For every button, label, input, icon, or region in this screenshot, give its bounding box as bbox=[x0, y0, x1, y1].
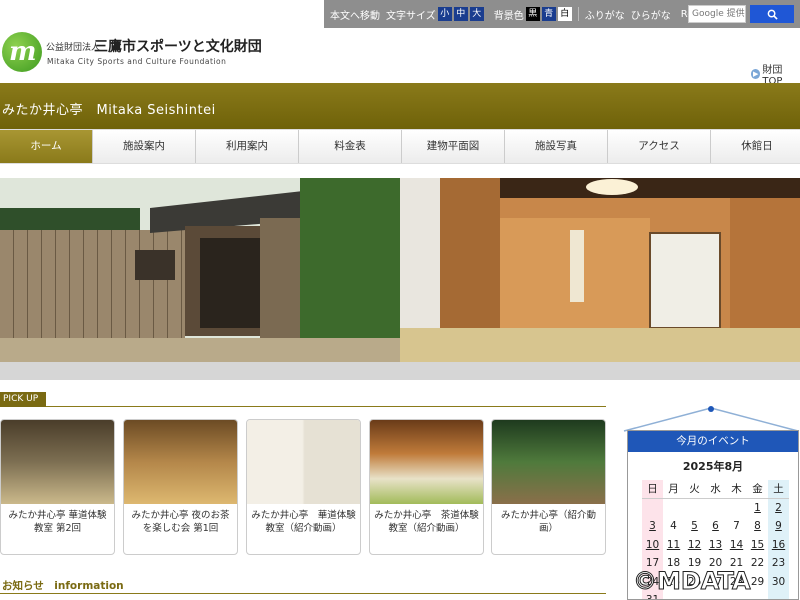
calendar-day[interactable]: 2 bbox=[768, 498, 789, 517]
org-type: 公益財団法人 bbox=[46, 43, 101, 53]
bg-color-button[interactable]: 青 bbox=[541, 7, 556, 21]
calendar-day[interactable]: 5 bbox=[684, 517, 705, 536]
tearoom-illustration bbox=[400, 178, 800, 362]
nav-tab[interactable]: ホーム bbox=[0, 130, 93, 163]
pickup-caption: みたか井心亭（紹介動画） bbox=[500, 510, 596, 534]
font-size-buttons: 小中大 bbox=[436, 7, 484, 21]
pickup-caption: みたか井心亭 華道体験教室（紹介動画） bbox=[251, 510, 356, 534]
main-navigation: ホーム 施設案内 利用案内 料金表 建物平面図 施設写真 アクセス 休館日 bbox=[0, 129, 800, 164]
calendar-weekday: 水 bbox=[705, 480, 726, 499]
pickup-thumbnail bbox=[124, 420, 237, 504]
pickup-card[interactable]: みたか井心亭 茶道体験教室（紹介動画） bbox=[369, 419, 484, 555]
nav-tab[interactable]: 利用案内 bbox=[196, 130, 299, 163]
calendar-day[interactable]: 16 bbox=[768, 535, 789, 554]
pickup-caption: みたか井心亭 夜のお茶を楽しむ会 第1回 bbox=[131, 510, 230, 534]
calendar-day: 7 bbox=[733, 520, 740, 532]
calendar-day[interactable]: 12 bbox=[684, 536, 705, 555]
calendar-day bbox=[642, 498, 663, 517]
calendar-weekday: 月 bbox=[663, 480, 684, 499]
foundation-logo[interactable]: m bbox=[2, 32, 42, 72]
bg-color-label: 背景色 bbox=[493, 10, 524, 22]
calendar-hanger bbox=[623, 406, 799, 432]
font-size-label: 文字サイズ bbox=[386, 10, 436, 22]
calendar-day bbox=[705, 499, 726, 518]
calendar-weekday: 日 bbox=[642, 480, 663, 499]
calendar-day[interactable]: 6 bbox=[705, 517, 726, 536]
calendar-month: 2025年8月 bbox=[682, 460, 744, 473]
hero-images bbox=[0, 178, 800, 362]
pickup-thumbnail bbox=[1, 420, 114, 504]
hero-divider bbox=[0, 362, 800, 380]
calendar-day[interactable]: 8 bbox=[747, 517, 768, 536]
calendar-day: 30 bbox=[768, 572, 789, 591]
calendar-weekday: 土 bbox=[768, 480, 789, 499]
gate-illustration bbox=[0, 178, 400, 362]
hero-image-gate bbox=[0, 178, 400, 362]
divider bbox=[577, 7, 579, 21]
nav-tab[interactable]: アクセス bbox=[608, 130, 711, 163]
nav-tab[interactable]: 建物平面図 bbox=[402, 130, 505, 163]
search-button[interactable] bbox=[750, 5, 794, 23]
calendar-day bbox=[726, 499, 747, 518]
calendar-day[interactable]: 13 bbox=[705, 536, 726, 555]
calendar-weekday: 木 bbox=[726, 480, 747, 499]
nav-tab[interactable]: 施設写真 bbox=[505, 130, 608, 163]
calendar-day: 4 bbox=[670, 520, 677, 532]
furigana-link[interactable]: ふりがな bbox=[585, 7, 625, 22]
font-size-button[interactable]: 中 bbox=[453, 7, 468, 21]
font-size-button[interactable]: 小 bbox=[437, 7, 452, 21]
pickup-card[interactable]: みたか井心亭 華道体験教室（紹介動画） bbox=[246, 419, 361, 555]
calendar-day[interactable]: 11 bbox=[663, 536, 684, 555]
nav-tab[interactable]: 休館日 bbox=[711, 130, 800, 163]
search-icon bbox=[767, 9, 778, 20]
pickup-thumbnail bbox=[247, 420, 360, 504]
pickup-thumbnail bbox=[370, 420, 483, 504]
pickup-thumbnail bbox=[492, 420, 605, 504]
hero-image-tearoom bbox=[400, 178, 800, 362]
search-placeholder: Google 提供 bbox=[692, 9, 745, 19]
calendar-weekday: 金 bbox=[747, 480, 768, 499]
bg-color-button[interactable]: 黒 bbox=[525, 7, 540, 21]
calendar-title: 今月のイベント bbox=[628, 431, 798, 452]
arrow-right-icon: ▶ bbox=[751, 69, 761, 79]
pickup-card[interactable]: みたか井心亭 夜のお茶を楽しむ会 第1回 bbox=[123, 419, 238, 555]
nav-tab[interactable]: 施設案内 bbox=[93, 130, 196, 163]
calendar-weekday: 火 bbox=[684, 480, 705, 499]
pickup-label: PICK UP bbox=[0, 392, 46, 407]
title-band: みたか井心亭 Mitaka Seishintei bbox=[0, 83, 800, 129]
calendar-day bbox=[684, 499, 705, 518]
calendar-day[interactable]: 9 bbox=[768, 517, 789, 536]
pickup-divider bbox=[46, 406, 606, 407]
nav-tab[interactable]: 料金表 bbox=[299, 130, 402, 163]
calendar-day[interactable]: 1 bbox=[747, 499, 768, 518]
bg-color-button[interactable]: 白 bbox=[557, 7, 572, 21]
pickup-card[interactable]: みたか井心亭 華道体験教室 第2回 bbox=[0, 419, 115, 555]
font-size-button[interactable]: 大 bbox=[469, 7, 484, 21]
calendar-day bbox=[663, 499, 684, 518]
calendar-day[interactable]: 15 bbox=[747, 536, 768, 555]
news-heading: お知らせ information bbox=[2, 580, 124, 592]
pickup-caption: みたか井心亭 華道体験教室 第2回 bbox=[8, 510, 107, 534]
page-title: みたか井心亭 Mitaka Seishintei bbox=[2, 103, 216, 118]
news-divider bbox=[0, 593, 606, 594]
watermark: ©MDATA bbox=[633, 567, 752, 596]
org-name-english: Mitaka City Sports and Culture Foundatio… bbox=[47, 57, 227, 66]
calendar-day: 23 bbox=[768, 554, 789, 573]
pickup-caption: みたか井心亭 茶道体験教室（紹介動画） bbox=[374, 510, 479, 534]
hiragana-link[interactable]: ひらがな bbox=[631, 7, 671, 22]
calendar-day[interactable]: 3 bbox=[642, 517, 663, 536]
bg-color-buttons: 黒青白 bbox=[524, 7, 572, 21]
calendar-day bbox=[768, 591, 789, 599]
calendar-day[interactable]: 14 bbox=[726, 536, 747, 555]
site-search-input[interactable]: Google 提供 bbox=[688, 5, 746, 23]
calendar-day[interactable]: 10 bbox=[642, 535, 663, 554]
org-name[interactable]: 三鷹市スポーツと文化財団 bbox=[94, 36, 262, 56]
skip-to-content-link[interactable]: 本文へ移動 bbox=[330, 7, 380, 22]
pickup-card[interactable]: みたか井心亭（紹介動画） bbox=[491, 419, 606, 555]
